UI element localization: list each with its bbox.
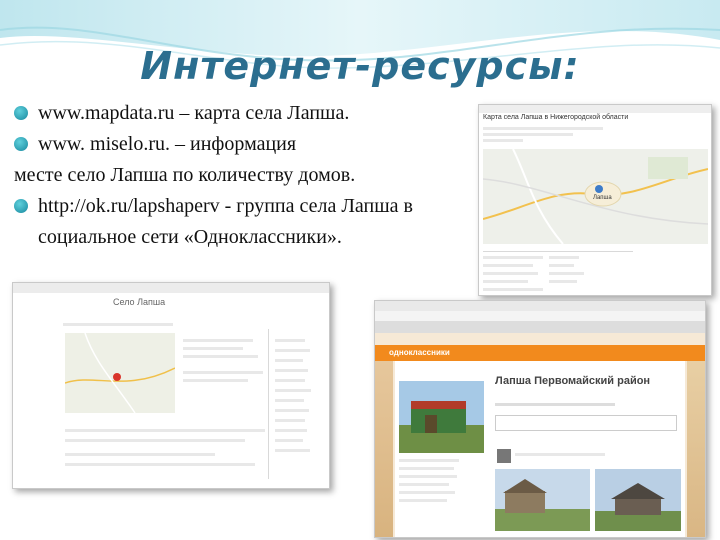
bullet-icon (14, 98, 38, 129)
map-marker-label: Лапша (593, 195, 612, 201)
list-item: социальное сети «Одноклассники». (14, 222, 574, 253)
bullet-icon (14, 191, 38, 222)
slide-title: Интернет-ресурсы: (140, 44, 580, 88)
screenshot-info-site: Село Лапша (12, 282, 330, 489)
list-item: месте село Лапша по количеству домов. (14, 160, 574, 191)
info-site-heading: Село Лапша (113, 297, 166, 307)
ok-brand: одноклассники (389, 348, 450, 357)
ok-group-title: Лапша Первомайский район (495, 375, 651, 387)
list-item-text: месте село Лапша по количеству домов. (14, 164, 356, 186)
info-site-map (65, 333, 175, 413)
ok-group-photo (399, 381, 484, 453)
ok-post-photo-2 (595, 469, 681, 531)
list-item-text: www. miselo.ru. – информация (38, 133, 297, 155)
list-item-text: http://ok.ru/lapshaperv - группа села Ла… (38, 195, 413, 217)
screenshot-ok-group: одноклассники Лапша Первомайский район (374, 300, 706, 538)
list-item: http://ok.ru/lapshaperv - группа села Ла… (14, 191, 574, 222)
list-item: www. miselo.ru. – информация (14, 129, 574, 160)
bullet-list: www.mapdata.ru – карта села Лапша. www. … (14, 98, 574, 253)
ok-flower-left (375, 361, 393, 537)
ok-flower-right (687, 361, 705, 537)
bullet-icon (14, 129, 38, 160)
list-item-text: www.mapdata.ru – карта села Лапша. (38, 102, 350, 124)
list-item-text: социальное сети «Одноклассники». (38, 226, 342, 248)
ok-post-photo-1 (495, 469, 590, 531)
list-item: www.mapdata.ru – карта села Лапша. (14, 98, 574, 129)
